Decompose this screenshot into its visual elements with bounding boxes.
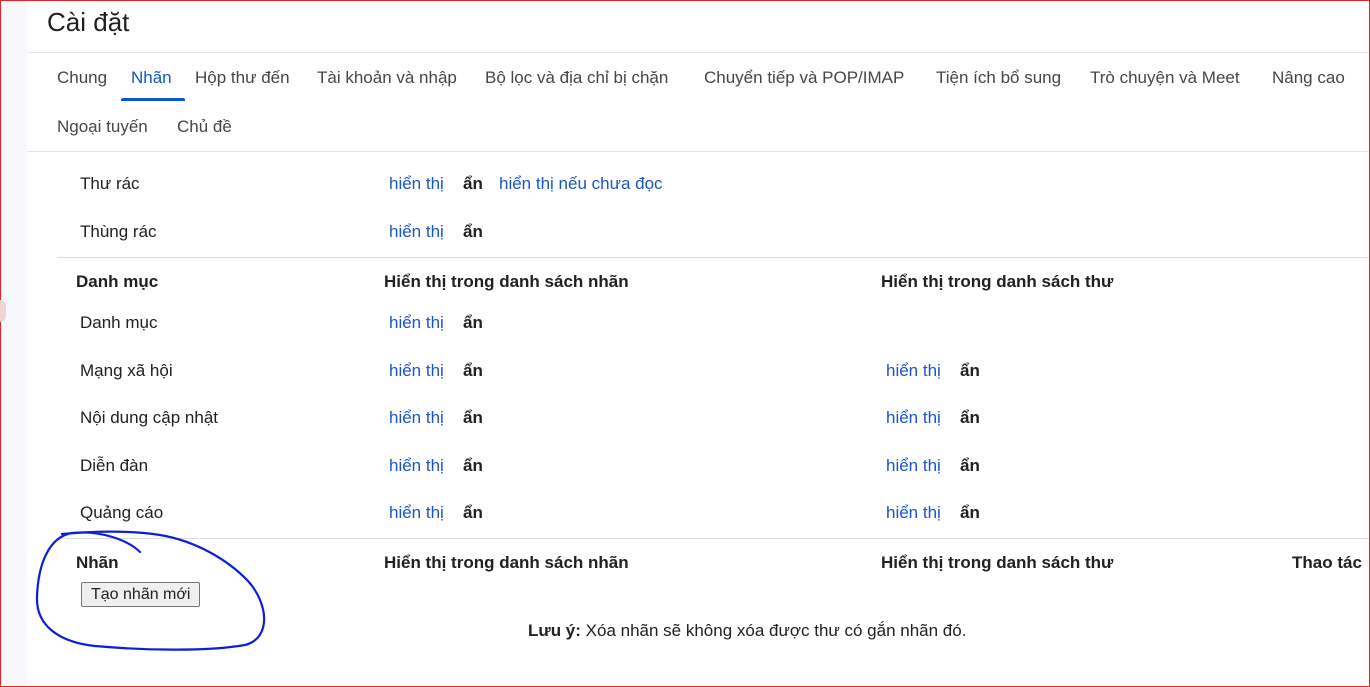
category-label-show-link[interactable]: hiển thị	[389, 361, 444, 381]
page-title: Cài đặt	[47, 7, 130, 37]
tab-accounts-import[interactable]: Tài khoản và nhập	[317, 54, 457, 102]
tab-forwarding-pop-imap[interactable]: Chuyển tiếp và POP/IMAP	[704, 54, 904, 102]
spam-hide-option: ẩn	[463, 174, 483, 193]
settings-tabs-row-2: Ngoại tuyến Chủ đề	[27, 103, 1369, 151]
system-label-trash: Thùng rác	[80, 222, 157, 241]
labels-label-list-header: Hiển thị trong danh sách nhãn	[384, 553, 629, 572]
category-label-hide-option: ẩn	[463, 408, 483, 427]
category-row-label: Diễn đàn	[80, 456, 149, 475]
category-row-label: Nội dung cập nhật	[80, 408, 218, 427]
categories-divider	[57, 257, 1369, 258]
trash-show-link[interactable]: hiển thị	[389, 222, 444, 242]
delete-note: Lưu ý: Xóa nhãn sẽ không xóa được thư có…	[528, 621, 966, 641]
category-message-hide-option: ẩn	[960, 361, 980, 380]
tab-inbox[interactable]: Hộp thư đến	[195, 54, 290, 102]
tab-add-ons[interactable]: Tiện ích bổ sung	[936, 54, 1061, 102]
tab-filters-blocked[interactable]: Bộ lọc và địa chỉ bị chặn	[485, 54, 668, 102]
category-message-show-link[interactable]: hiển thị	[886, 361, 941, 381]
category-row-label: Mạng xã hội	[80, 361, 173, 380]
tabs-divider	[27, 151, 1369, 152]
labels-message-list-header: Hiển thị trong danh sách thư	[881, 553, 1114, 572]
title-divider	[27, 52, 1369, 53]
category-label-hide-option: ẩn	[463, 313, 483, 332]
tab-general[interactable]: Chung	[57, 54, 107, 102]
system-label-spam: Thư rác	[80, 174, 140, 193]
note-bold-prefix: Lưu ý:	[528, 621, 581, 640]
labels-header: Nhãn	[76, 553, 119, 572]
category-label-show-link[interactable]: hiển thị	[389, 408, 444, 428]
settings-tabs-row-1: Chung Nhãn Hộp thư đến Tài khoản và nhập…	[27, 54, 1369, 102]
category-label-show-link[interactable]: hiển thị	[389, 313, 444, 333]
labels-actions-header: Thao tác	[1292, 553, 1362, 572]
categories-message-list-header: Hiển thị trong danh sách thư	[881, 272, 1114, 291]
category-message-hide-option: ẩn	[960, 503, 980, 522]
spam-show-link[interactable]: hiển thị	[389, 174, 444, 194]
category-label-show-link[interactable]: hiển thị	[389, 456, 444, 476]
category-label-hide-option: ẩn	[463, 503, 483, 522]
category-label-show-link[interactable]: hiển thị	[389, 503, 444, 523]
category-row-label: Danh mục	[80, 313, 158, 332]
create-new-label-button[interactable]: Tạo nhãn mới	[81, 582, 201, 607]
sidebar-indicator	[0, 300, 6, 322]
category-message-hide-option: ẩn	[960, 456, 980, 475]
trash-hide-option: ẩn	[463, 222, 483, 241]
category-message-hide-option: ẩn	[960, 408, 980, 427]
category-message-show-link[interactable]: hiển thị	[886, 456, 941, 476]
categories-label-list-header: Hiển thị trong danh sách nhãn	[384, 272, 629, 291]
tab-chat-meet[interactable]: Trò chuyện và Meet	[1090, 54, 1240, 102]
tab-themes[interactable]: Chủ đề	[177, 103, 232, 151]
active-tab-indicator	[121, 98, 185, 101]
note-text: Xóa nhãn sẽ không xóa được thư có gắn nh…	[580, 621, 967, 640]
category-message-show-link[interactable]: hiển thị	[886, 408, 941, 428]
settings-panel: Cài đặt Chung Nhãn Hộp thư đến Tài khoản…	[27, 1, 1369, 686]
labels-divider	[57, 538, 1369, 539]
category-row-label: Quảng cáo	[80, 503, 164, 522]
tab-advanced[interactable]: Nâng cao	[1272, 54, 1345, 102]
left-sidebar-edge	[1, 1, 27, 686]
tab-labels[interactable]: Nhãn	[131, 54, 172, 102]
category-message-show-link[interactable]: hiển thị	[886, 503, 941, 523]
category-label-hide-option: ẩn	[463, 456, 483, 475]
tab-offline[interactable]: Ngoại tuyến	[57, 103, 148, 151]
spam-show-if-unread-link[interactable]: hiển thị nếu chưa đọc	[499, 174, 663, 194]
categories-header: Danh mục	[76, 272, 159, 291]
category-label-hide-option: ẩn	[463, 361, 483, 380]
